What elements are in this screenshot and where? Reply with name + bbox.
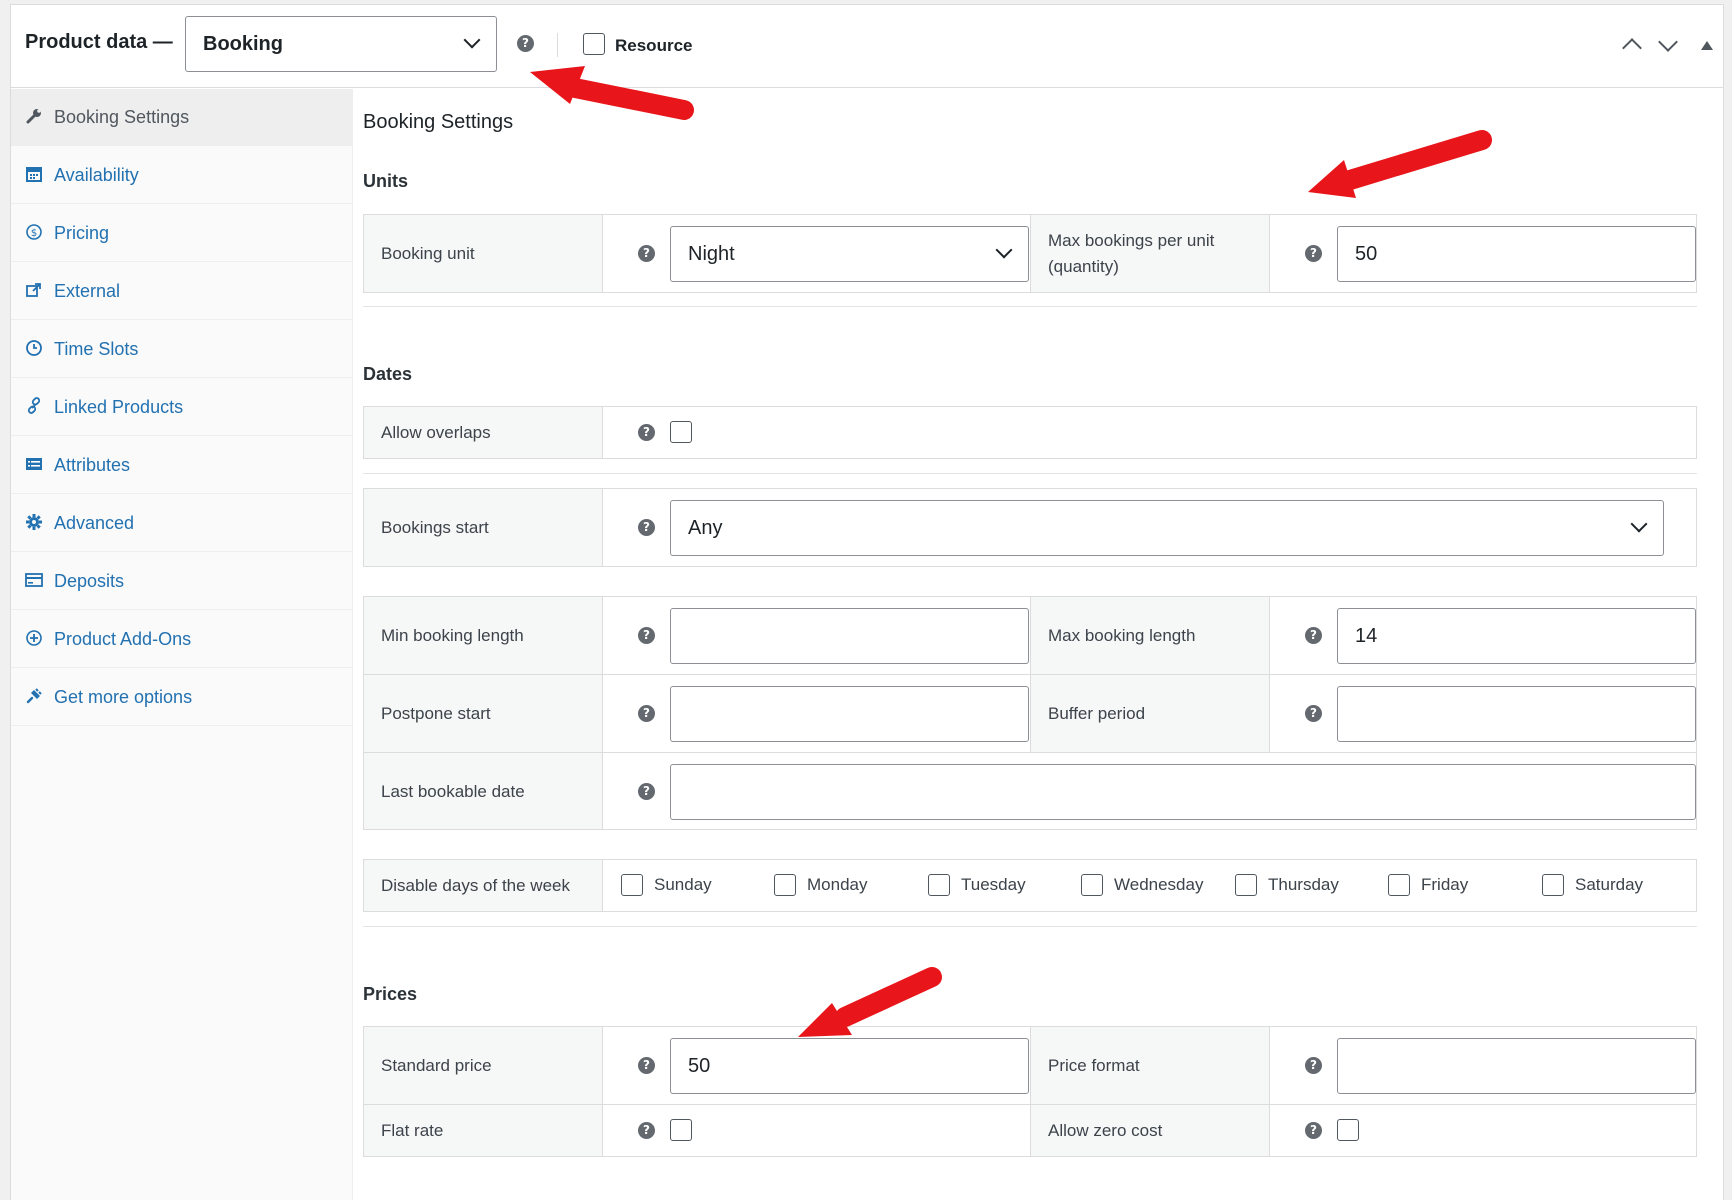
annotation-arrow bbox=[1308, 130, 1492, 198]
annotation-arrow bbox=[530, 66, 694, 120]
annotation-arrows bbox=[530, 66, 1492, 1037]
annotation-arrow bbox=[798, 967, 942, 1037]
